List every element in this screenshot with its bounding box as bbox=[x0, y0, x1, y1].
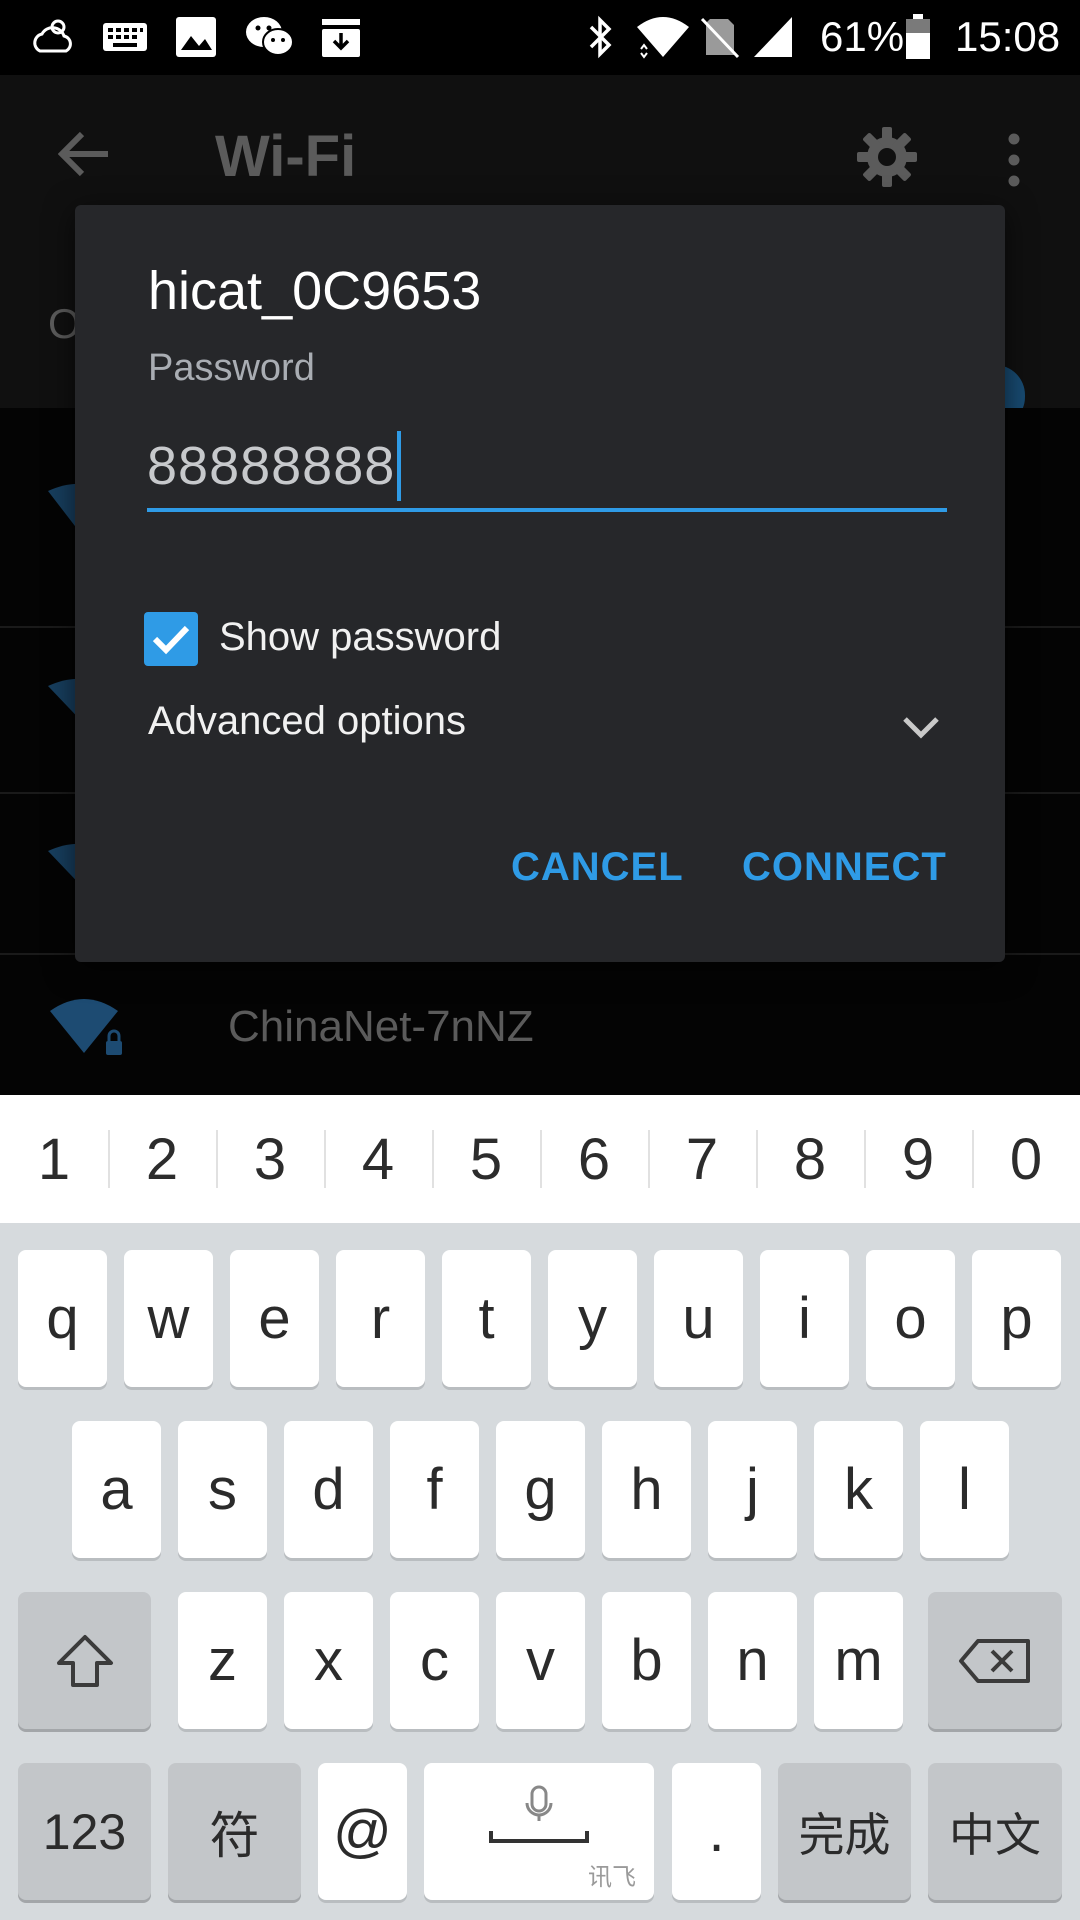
period-key[interactable]: . bbox=[672, 1763, 761, 1900]
key-z[interactable]: z bbox=[178, 1592, 267, 1729]
microphone-icon bbox=[489, 1785, 589, 1843]
keyboard-icon bbox=[102, 10, 148, 64]
key-3[interactable]: 3 bbox=[216, 1095, 324, 1223]
dialog-title: hicat_0C9653 bbox=[148, 261, 482, 321]
language-key[interactable]: 中文 bbox=[928, 1763, 1062, 1900]
key-i[interactable]: i bbox=[760, 1250, 849, 1387]
key-v[interactable]: v bbox=[496, 1592, 585, 1729]
key-o[interactable]: o bbox=[866, 1250, 955, 1387]
wifi-lock-icon bbox=[48, 995, 130, 1066]
status-bar: 61% 15:08 bbox=[0, 0, 1080, 75]
password-input[interactable]: 88888888 bbox=[147, 423, 947, 512]
key-4[interactable]: 4 bbox=[324, 1095, 432, 1223]
key-0[interactable]: 0 bbox=[972, 1095, 1080, 1223]
shift-icon bbox=[56, 1634, 113, 1687]
backspace-icon bbox=[959, 1638, 1030, 1683]
key-7[interactable]: 7 bbox=[648, 1095, 756, 1223]
key-h[interactable]: h bbox=[602, 1421, 691, 1558]
weather-icon bbox=[28, 10, 78, 64]
network-name: ChinaNet-7nNZ bbox=[228, 1002, 534, 1051]
battery-percentage: 61% bbox=[820, 13, 905, 60]
key-x[interactable]: x bbox=[284, 1592, 373, 1729]
numbers-key[interactable]: 123 bbox=[18, 1763, 151, 1900]
key-8[interactable]: 8 bbox=[756, 1095, 864, 1223]
image-icon bbox=[175, 10, 217, 64]
back-arrow-icon[interactable] bbox=[57, 130, 110, 183]
key-e[interactable]: e bbox=[230, 1250, 319, 1387]
bluetooth-icon bbox=[585, 10, 615, 64]
key-k[interactable]: k bbox=[814, 1421, 903, 1558]
key-w[interactable]: w bbox=[124, 1250, 213, 1387]
cancel-button[interactable]: CANCEL bbox=[511, 845, 684, 890]
key-6[interactable]: 6 bbox=[540, 1095, 648, 1223]
key-s[interactable]: s bbox=[178, 1421, 267, 1558]
key-m[interactable]: m bbox=[814, 1592, 903, 1729]
download-icon bbox=[320, 10, 362, 64]
shift-key[interactable] bbox=[18, 1592, 151, 1729]
text-cursor bbox=[397, 430, 402, 501]
show-password-checkbox[interactable] bbox=[144, 612, 198, 666]
chevron-down-icon[interactable] bbox=[897, 703, 945, 751]
key-u[interactable]: u bbox=[654, 1250, 743, 1387]
key-5[interactable]: 5 bbox=[432, 1095, 540, 1223]
key-1[interactable]: 1 bbox=[0, 1095, 108, 1223]
connect-button[interactable]: CONNECT bbox=[742, 845, 947, 890]
password-value: 88888888 bbox=[147, 435, 396, 496]
symbols-key[interactable]: 符 bbox=[168, 1763, 301, 1900]
no-sim-icon bbox=[700, 10, 740, 64]
cell-signal-icon bbox=[752, 10, 794, 64]
space-key[interactable]: 讯飞 bbox=[424, 1763, 654, 1900]
show-password-label[interactable]: Show password bbox=[219, 615, 501, 660]
key-t[interactable]: t bbox=[442, 1250, 531, 1387]
keyboard-brand: 讯飞 bbox=[588, 1864, 636, 1891]
wifi-password-dialog: hicat_0C9653 Password 88888888 Show pass… bbox=[75, 205, 1005, 962]
key-q[interactable]: q bbox=[18, 1250, 107, 1387]
wifi-signal-icon bbox=[635, 10, 691, 64]
key-a[interactable]: a bbox=[72, 1421, 161, 1558]
key-9[interactable]: 9 bbox=[864, 1095, 972, 1223]
key-r[interactable]: r bbox=[336, 1250, 425, 1387]
backspace-key[interactable] bbox=[928, 1592, 1062, 1729]
more-vert-icon[interactable] bbox=[1004, 133, 1024, 192]
key-j[interactable]: j bbox=[708, 1421, 797, 1558]
key-n[interactable]: n bbox=[708, 1592, 797, 1729]
key-f[interactable]: f bbox=[390, 1421, 479, 1558]
at-key[interactable]: @ bbox=[318, 1763, 407, 1900]
done-key[interactable]: 完成 bbox=[778, 1763, 911, 1900]
battery-icon bbox=[905, 10, 931, 64]
key-d[interactable]: d bbox=[284, 1421, 373, 1558]
key-l[interactable]: l bbox=[920, 1421, 1009, 1558]
clock: 15:08 bbox=[955, 13, 1061, 60]
gear-icon[interactable] bbox=[855, 125, 919, 194]
check-icon bbox=[152, 625, 190, 655]
advanced-options-label[interactable]: Advanced options bbox=[148, 699, 466, 744]
password-label: Password bbox=[148, 347, 315, 389]
key-y[interactable]: y bbox=[548, 1250, 637, 1387]
key-p[interactable]: p bbox=[972, 1250, 1061, 1387]
wechat-icon bbox=[245, 10, 295, 64]
key-2[interactable]: 2 bbox=[108, 1095, 216, 1223]
key-b[interactable]: b bbox=[602, 1592, 691, 1729]
page-title: Wi-Fi bbox=[215, 124, 357, 189]
list-item[interactable]: ChinaNet-7nNZ bbox=[0, 955, 1080, 1095]
key-g[interactable]: g bbox=[496, 1421, 585, 1558]
number-row: 1 2 3 4 5 6 7 8 9 0 bbox=[0, 1095, 1080, 1223]
key-c[interactable]: c bbox=[390, 1592, 479, 1729]
